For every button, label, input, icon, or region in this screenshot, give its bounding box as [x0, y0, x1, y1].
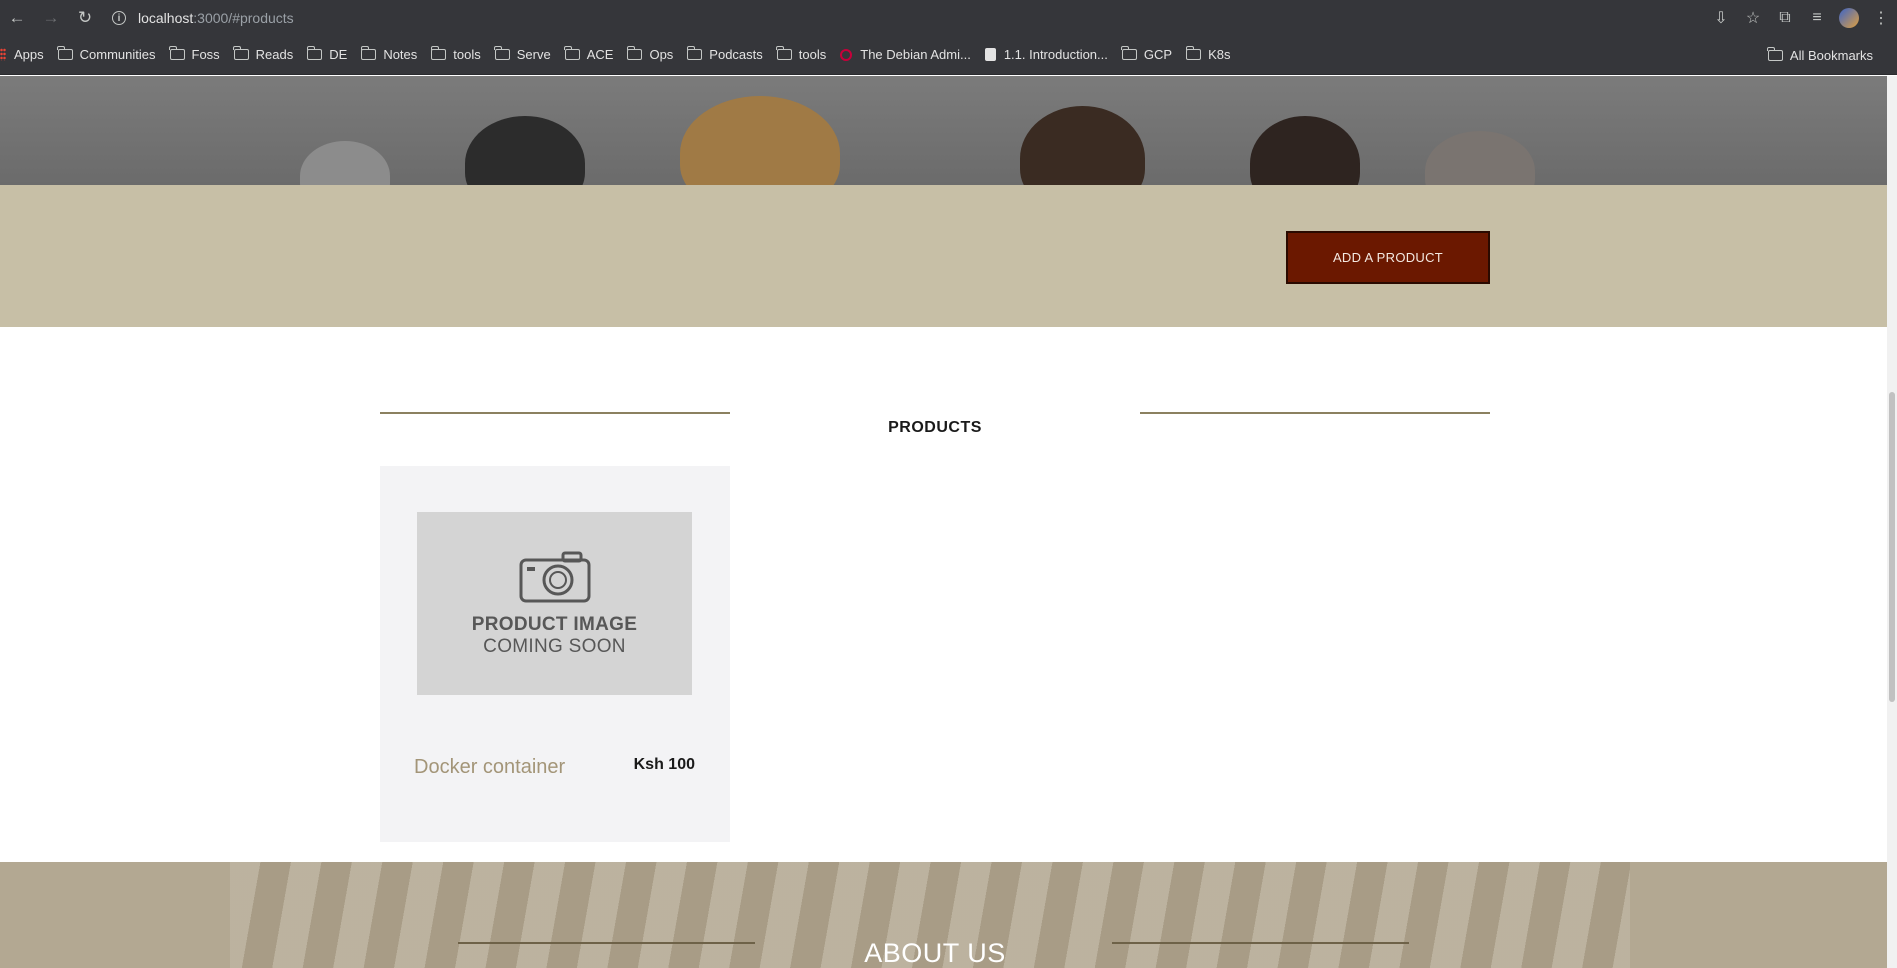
back-icon[interactable]: ← — [0, 0, 34, 35]
scrollbar-thumb[interactable] — [1889, 392, 1895, 702]
profile-avatar[interactable] — [1839, 7, 1859, 28]
product-card[interactable]: PRODUCT IMAGE COMING SOON Docker contain… — [380, 466, 730, 842]
bookmark-folder[interactable]: GCP — [1121, 46, 1172, 62]
bookmark-folder[interactable]: Notes — [360, 46, 417, 62]
bookmark-debian[interactable]: The Debian Admi... — [840, 47, 971, 62]
page-scrollbar[interactable] — [1887, 76, 1897, 968]
about-title: ABOUT US — [864, 938, 1006, 968]
folder-icon — [564, 46, 580, 60]
reload-icon[interactable]: ↻ — [68, 0, 102, 35]
folder-icon — [233, 46, 249, 60]
url-host: localhost — [138, 10, 194, 26]
folder-icon — [626, 46, 643, 60]
bookmark-folder[interactable]: Podcasts — [686, 46, 763, 62]
bookmark-folder[interactable]: ACE — [564, 46, 613, 62]
placeholder-line-2: COMING SOON — [483, 635, 626, 657]
folder-icon — [57, 46, 73, 60]
bookmark-apps[interactable]: Apps — [0, 47, 44, 62]
folder-icon — [776, 46, 792, 60]
divider-left — [380, 412, 730, 414]
bookmark-introduction[interactable]: 1.1. Introduction... — [984, 47, 1108, 62]
bookmark-folder[interactable]: DE — [306, 46, 347, 62]
about-divider-right — [1112, 942, 1409, 944]
about-section: ABOUT US — [0, 862, 1887, 968]
bookmark-folder[interactable]: tools — [776, 46, 826, 62]
hero-banner-image — [0, 76, 1887, 185]
apps-icon — [0, 48, 6, 61]
toolbar-actions: ⇩ ☆ ⧉ ≡ ⋮ — [1705, 0, 1897, 35]
document-icon — [984, 48, 996, 61]
url-path: :3000/#products — [193, 10, 294, 26]
bookmark-folder[interactable]: Ops — [626, 46, 673, 62]
folder-icon — [1121, 46, 1137, 60]
extensions-icon[interactable]: ⧉ — [1769, 9, 1801, 27]
page-viewport: ADD A PRODUCT PRODUCTS PRODUCT IMAGE COM… — [0, 76, 1887, 968]
bookmark-folder[interactable]: Foss — [169, 46, 220, 62]
bookmark-folder[interactable]: tools — [430, 46, 481, 62]
folder-icon — [360, 46, 377, 60]
camera-icon — [519, 551, 590, 602]
section-title: PRODUCTS — [888, 419, 982, 436]
folder-icon — [1185, 46, 1202, 60]
folder-icon — [169, 46, 185, 60]
products-section: PRODUCTS PRODUCT IMAGE COMING SOON Docke… — [0, 327, 1887, 862]
folder-icon — [494, 46, 510, 60]
placeholder-line-1: PRODUCT IMAGE — [471, 613, 638, 635]
bookmark-star-icon[interactable]: ☆ — [1737, 8, 1769, 28]
product-image-placeholder: PRODUCT IMAGE COMING SOON — [417, 512, 692, 695]
all-bookmarks[interactable]: All Bookmarks — [1767, 35, 1873, 75]
product-price: Ksh 100 — [633, 756, 695, 773]
site-info-icon[interactable]: i — [112, 11, 126, 25]
folder-icon — [1767, 46, 1783, 61]
action-bar: ADD A PRODUCT — [0, 185, 1887, 327]
bookmark-folder[interactable]: Communities — [57, 46, 156, 62]
bookmark-folder[interactable]: Serve — [494, 46, 551, 62]
divider-right — [1140, 412, 1490, 414]
bookmarks-bar: Apps Communities Foss Reads DE Notes too… — [0, 35, 1897, 75]
address-bar[interactable]: i localhost:3000/#products — [104, 5, 1704, 31]
reading-list-icon[interactable]: ≡ — [1801, 9, 1833, 27]
forward-icon[interactable]: → — [34, 0, 68, 35]
bookmark-folder[interactable]: Reads — [233, 46, 293, 62]
bookmark-folder[interactable]: K8s — [1185, 46, 1230, 62]
folder-icon — [686, 46, 703, 60]
menu-icon[interactable]: ⋮ — [1865, 8, 1897, 28]
folder-icon — [430, 46, 447, 60]
install-app-icon[interactable]: ⇩ — [1705, 8, 1737, 28]
add-product-button[interactable]: ADD A PRODUCT — [1286, 231, 1490, 284]
about-divider-left — [458, 942, 755, 944]
debian-icon — [840, 48, 853, 61]
browser-toolbar: ← → ↻ i localhost:3000/#products ⇩ ☆ ⧉ ≡… — [0, 0, 1897, 35]
product-name[interactable]: Docker container — [414, 756, 565, 779]
folder-icon — [306, 46, 323, 60]
